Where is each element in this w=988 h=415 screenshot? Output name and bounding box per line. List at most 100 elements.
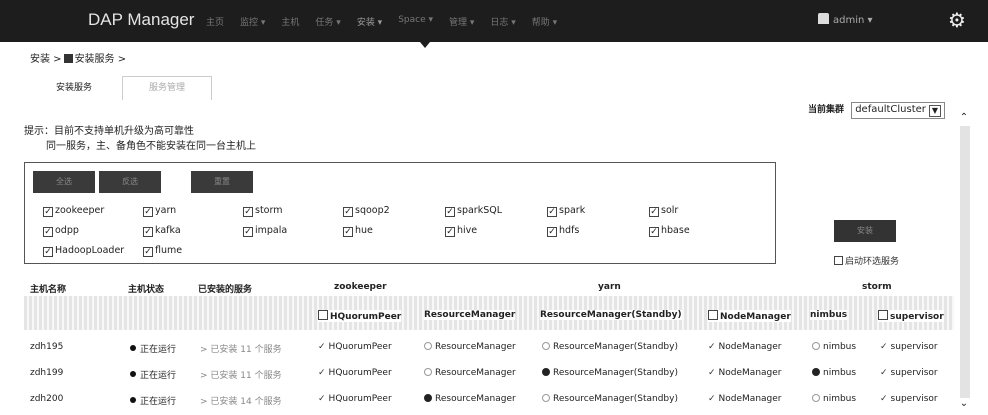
install-button[interactable]: 安装 [834, 220, 896, 242]
radio-on-icon [812, 368, 820, 376]
service-impala[interactable]: ✓ impala [243, 225, 287, 237]
service-hue[interactable]: ✓ hue [343, 225, 373, 237]
service-kafka[interactable]: ✓ kafka [143, 225, 181, 237]
nav-install[interactable]: 安装 ▾ [357, 15, 382, 28]
invert-selection-button[interactable]: 反选 [99, 171, 161, 193]
resourcemanager-radio[interactable]: ResourceManager [424, 368, 516, 378]
service-label: hdfs [559, 225, 580, 236]
option-label: supervisor [890, 394, 938, 404]
service-hive[interactable]: ✓ hive [445, 225, 477, 237]
cluster-value: defaultCluster [855, 104, 926, 115]
col-host-name: 主机名称 [30, 285, 67, 295]
tab-install-service[interactable]: 安装服务 [30, 76, 118, 100]
role-label: supervisor [890, 312, 944, 322]
installed-services-toggle[interactable]: > 已安装 14 个服务 [200, 394, 282, 407]
chevron-down-icon[interactable]: ⌄ [958, 398, 970, 410]
checkbox-checked-icon: ✓ [445, 207, 455, 217]
service-spark[interactable]: ✓ spark [547, 205, 585, 217]
option-label: ResourceManager [435, 368, 516, 378]
supervisor-checkbox[interactable]: ✓ supervisor [880, 368, 938, 378]
option-label: HQuorumPeer [328, 342, 392, 352]
supervisor-checkbox[interactable]: ✓ supervisor [880, 342, 938, 352]
hquorumpeer-checkbox[interactable]: ✓ HQuorumPeer [318, 394, 392, 404]
cluster-select[interactable]: defaultCluster ▼ [851, 102, 945, 119]
app-title: DAP Manager [88, 10, 195, 29]
checkbox-checked-icon: ✓ [649, 227, 659, 237]
service-storm[interactable]: ✓ storm [243, 205, 282, 217]
service-flume[interactable]: ✓ flume [143, 245, 182, 257]
select-all-button[interactable]: 全选 [33, 171, 95, 193]
service-sqoop2[interactable]: ✓ sqoop2 [343, 205, 390, 217]
installed-services-toggle[interactable]: > 已安装 11 个服务 [200, 342, 282, 355]
role-supervisor[interactable]: supervisor [878, 310, 944, 322]
auto-filter-label: 启动环选服务 [845, 257, 900, 267]
nodemanager-checkbox[interactable]: ✓ NodeManager [708, 368, 782, 378]
chevron-up-icon[interactable]: ⌃ [958, 112, 970, 124]
breadcrumb-root[interactable]: 安装 > [30, 54, 62, 65]
service-odpp[interactable]: ✓ odpp [43, 225, 79, 237]
option-label: ResourceManager [435, 342, 516, 352]
nav-help[interactable]: 帮助 ▾ [532, 15, 557, 28]
nav-space[interactable]: Space ▾ [398, 15, 433, 28]
status-dot-icon [130, 345, 136, 351]
nimbus-radio[interactable]: nimbus [812, 368, 856, 378]
vertical-scrollbar[interactable]: ⌃ ⌄ [958, 112, 970, 415]
nodemanager-checkbox[interactable]: ✓ NodeManager [708, 342, 782, 352]
nav-tasks[interactable]: 任务 ▾ [315, 15, 340, 28]
tab-service-manage[interactable]: 服务管理 [122, 76, 212, 100]
nav-hosts[interactable]: 主机 [281, 15, 299, 28]
nimbus-radio[interactable]: nimbus [812, 342, 856, 352]
option-label: nimbus [823, 394, 857, 404]
host-name: zdh195 [30, 342, 64, 352]
radio-off-icon [812, 342, 820, 350]
service-label: kafka [155, 225, 181, 236]
resourcemanager-radio[interactable]: ResourceManager [424, 394, 516, 404]
col-yarn: yarn [598, 282, 621, 292]
auto-filter-option[interactable]: 启动环选服务 [834, 254, 899, 267]
checkbox-checked-icon: ✓ [343, 207, 353, 217]
option-label: supervisor [890, 342, 938, 352]
checkbox-empty-icon [834, 256, 843, 265]
role-resourcemanager-standby: ResourceManager(Standby) [540, 310, 682, 320]
service-zookeeper[interactable]: ✓ zookeeper [43, 205, 104, 217]
user-icon [818, 13, 829, 24]
resourcemanager-standby-radio[interactable]: ResourceManager(Standby) [542, 368, 678, 378]
check-icon: ✓ [708, 394, 716, 404]
role-nodemanager[interactable]: NodeManager [708, 310, 791, 322]
resourcemanager-radio[interactable]: ResourceManager [424, 342, 516, 352]
resourcemanager-standby-radio[interactable]: ResourceManager(Standby) [542, 394, 678, 404]
service-sparksql[interactable]: ✓ sparkSQL [445, 205, 502, 217]
role-label: HQuorumPeer [330, 312, 402, 322]
checkbox-checked-icon: ✓ [43, 227, 53, 237]
service-hdfs[interactable]: ✓ hdfs [547, 225, 579, 237]
service-hbase[interactable]: ✓ hbase [649, 225, 690, 237]
check-icon: ✓ [880, 368, 888, 378]
scroll-track[interactable] [960, 126, 970, 398]
nav-home[interactable]: 主页 [206, 15, 224, 28]
option-label: nimbus [823, 368, 857, 378]
service-yarn[interactable]: ✓ yarn [143, 205, 176, 217]
nimbus-radio[interactable]: nimbus [812, 394, 856, 404]
main-menu: 主页 监控 ▾ 主机 任务 ▾ 安装 ▾ Space ▾ 管理 ▾ 日志 ▾ 帮… [206, 15, 557, 28]
hquorumpeer-checkbox[interactable]: ✓ HQuorumPeer [318, 342, 392, 352]
resourcemanager-standby-radio[interactable]: ResourceManager(Standby) [542, 342, 678, 352]
nodemanager-checkbox[interactable]: ✓ NodeManager [708, 394, 782, 404]
nav-manage[interactable]: 管理 ▾ [449, 15, 474, 28]
supervisor-checkbox[interactable]: ✓ supervisor [880, 394, 938, 404]
user-menu[interactable]: admin ▾ [818, 13, 873, 26]
option-label: ResourceManager(Standby) [553, 342, 678, 352]
role-hquorumpeer[interactable]: HQuorumPeer [318, 310, 402, 322]
checkbox-checked-icon: ✓ [547, 227, 557, 237]
service-solr[interactable]: ✓ solr [649, 205, 678, 217]
status-label: 正在运行 [140, 345, 177, 355]
hquorumpeer-checkbox[interactable]: ✓ HQuorumPeer [318, 368, 392, 378]
reset-button[interactable]: 重置 [191, 171, 253, 193]
nav-monitor[interactable]: 监控 ▾ [240, 15, 265, 28]
option-label: nimbus [823, 342, 857, 352]
settings-gear-icon[interactable]: ⚙ [946, 9, 968, 31]
checkbox-checked-icon: ✓ [343, 227, 353, 237]
service-label: flume [155, 245, 183, 256]
nav-logs[interactable]: 日志 ▾ [490, 15, 515, 28]
installed-services-toggle[interactable]: > 已安装 11 个服务 [200, 368, 282, 381]
service-hadooploader[interactable]: ✓ HadoopLoader [43, 245, 124, 257]
